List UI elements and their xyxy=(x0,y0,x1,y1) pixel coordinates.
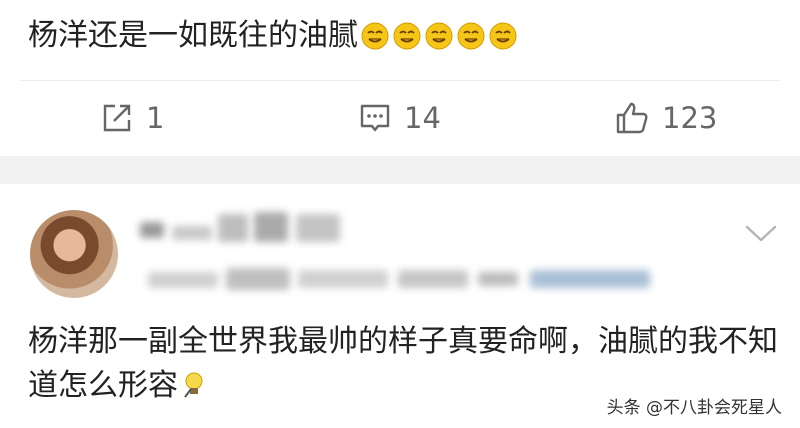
avatar[interactable] xyxy=(30,210,118,298)
comment-icon xyxy=(360,104,390,132)
smirk-face-icon xyxy=(489,22,517,50)
smirk-face-icon xyxy=(393,22,421,50)
chevron-down-icon[interactable] xyxy=(744,222,778,244)
post-text: 杨洋还是一如既往的油腻 xyxy=(28,18,358,53)
like-count: 123 xyxy=(662,101,718,135)
smirk-face-icon xyxy=(425,22,453,50)
share-count: 1 xyxy=(146,101,165,135)
share-icon xyxy=(103,104,131,132)
divider xyxy=(20,80,780,81)
section-separator xyxy=(0,156,800,184)
like-button[interactable]: 123 xyxy=(614,96,717,140)
comment-text: 杨洋那一副全世界我最帅的样子真要命啊，油腻的我不知道怎么形容 xyxy=(28,324,778,403)
share-button[interactable]: 1 xyxy=(100,96,164,140)
emoji-group xyxy=(360,21,520,51)
smirk-face-icon xyxy=(361,22,389,50)
smirk-face-icon xyxy=(457,22,485,50)
comment-count: 14 xyxy=(404,101,441,135)
watermark: 头条 @不八卦会死星人 xyxy=(606,398,782,418)
thumbs-up-icon xyxy=(616,102,648,134)
comment-button[interactable]: 14 xyxy=(358,96,441,140)
lightbulb-icon xyxy=(184,372,203,398)
post-text-row: 杨洋还是一如既往的油腻 xyxy=(28,14,520,58)
